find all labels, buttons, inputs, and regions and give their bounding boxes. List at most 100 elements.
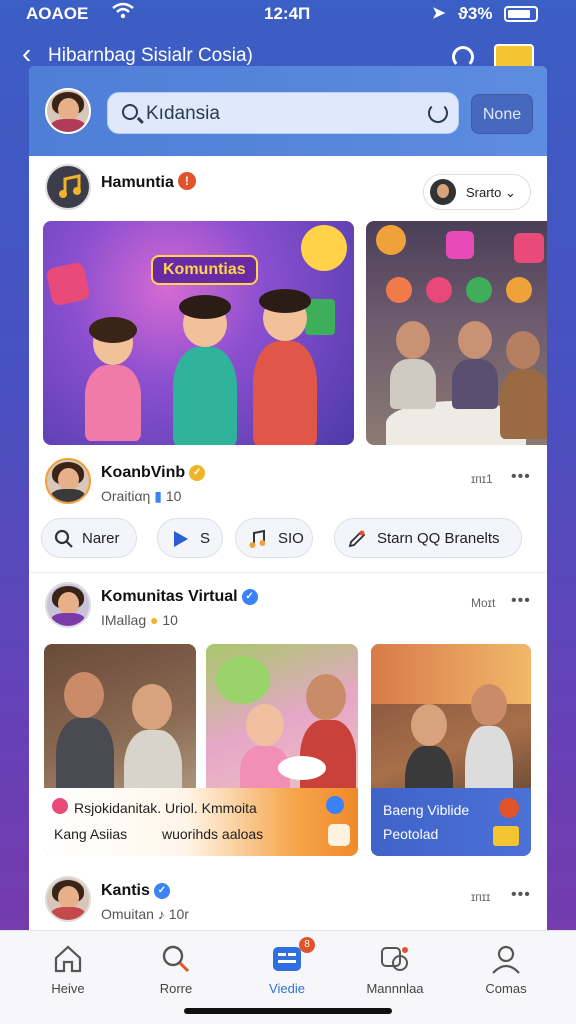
tab-label: Viedie (269, 981, 305, 996)
post-author: Komunitas Virtual ✓ (101, 588, 258, 606)
pencil-icon (347, 529, 367, 549)
sticker-icon (506, 277, 532, 303)
chip-edit[interactable]: Starn QQ Branelts (334, 518, 522, 558)
verified-badge-icon: ✓ (241, 589, 258, 605)
photo-caption[interactable]: Rsjokidanitak. Uriol. Kmmoita Kang Asiia… (44, 788, 358, 856)
search-icon (160, 943, 192, 975)
wifi-icon (112, 2, 134, 25)
heart-icon (52, 798, 68, 814)
search-field[interactable] (107, 92, 459, 134)
verified-badge-icon: ✓ (189, 465, 206, 481)
music-avatar[interactable] (45, 164, 91, 210)
music-note-icon (59, 174, 81, 198)
refresh-icon[interactable] (428, 103, 448, 123)
restaurant-backdrop (371, 644, 531, 704)
sticker-icon (466, 277, 492, 303)
stage-banner: Komuntias (151, 255, 258, 285)
music-note-icon (248, 529, 268, 549)
speech-bubble-icon (216, 656, 270, 704)
heart-sticker-icon (45, 261, 91, 307)
post-time: ɪᴨɪɪ (471, 890, 491, 904)
chip-label: SIO (278, 530, 304, 547)
user-avatar[interactable] (45, 88, 91, 134)
tab-people[interactable]: Mannnlaa (345, 937, 445, 997)
chip-play[interactable]: S (157, 518, 223, 558)
none-button[interactable]: None (471, 94, 533, 134)
post-author: KoanbVinb ✓ (101, 464, 206, 482)
music-sticker-icon (446, 231, 474, 259)
more-options-icon[interactable]: ••• (511, 468, 531, 486)
alert-badge: ! (177, 172, 196, 190)
caption-text: Peotolad (383, 826, 439, 842)
feed-card: None Hamuntia! Srarto ⌄ Komuntias (29, 66, 547, 936)
photo-caption[interactable]: Baeng Viblide Peotolad (371, 788, 531, 856)
chip-label: Starn QQ Branelts (377, 530, 500, 547)
post-meta: Omuitan ♪ 10r (101, 906, 189, 922)
food-plate (278, 756, 326, 780)
post-image-cafe[interactable] (366, 221, 547, 445)
search-input[interactable] (146, 99, 406, 129)
tab-feed[interactable]: 8 Viedie (237, 937, 337, 997)
verified-badge-icon: ✓ (153, 883, 170, 899)
home-indicator (184, 1008, 392, 1014)
tab-label: Heive (51, 981, 85, 996)
caption-text: Baeng Viblide (383, 802, 470, 818)
sticker-icon (386, 277, 412, 303)
post-meta: Oraitiαη ▮ 10 (101, 488, 182, 504)
sticker-icon (426, 277, 452, 303)
post-avatar[interactable] (45, 582, 91, 628)
chips-row: Narer S SIO Starn QQ Branelts (29, 518, 547, 562)
caption-text: Kang Asiias (54, 826, 128, 842)
caption-text: wuorihds aaloas (162, 826, 264, 842)
home-icon (52, 943, 84, 975)
post-avatar[interactable] (45, 876, 91, 922)
post-author: Hamuntia! (101, 172, 196, 192)
tab-home[interactable]: Heive (18, 937, 118, 997)
source-selector[interactable]: Srarto ⌄ (423, 174, 531, 210)
more-options-icon[interactable]: ••• (511, 886, 531, 904)
chip-search[interactable]: Narer (41, 518, 137, 558)
post-header: Kantis ✓ Omuitan ♪ 10r ɪᴨɪɪ ••• (29, 872, 547, 928)
profile-icon (490, 943, 522, 975)
post-avatar[interactable] (45, 458, 91, 504)
smiley-emoji-icon (301, 225, 347, 271)
sticker-icon (514, 233, 544, 263)
globe-icon (326, 796, 344, 814)
tab-label: Comas (485, 981, 527, 996)
status-bar: AOAOE 12:4П ➤ ϑ3% (0, 0, 576, 30)
post-header: KoanbVinb ✓ Oraitiαη ▮ 10 ɪᴨɪ1 ••• (29, 454, 547, 510)
mail-icon[interactable] (493, 826, 519, 846)
play-icon (170, 529, 190, 549)
post-author: Kantis ✓ (101, 882, 170, 900)
refresh-icon[interactable] (452, 46, 474, 68)
carrier-label: AOAOE (26, 4, 89, 23)
source-label: Srarto ⌄ (466, 185, 516, 200)
tab-search[interactable]: Rorre (126, 937, 226, 997)
chip-label: Narer (82, 530, 120, 547)
tab-profile[interactable]: Comas (456, 937, 556, 997)
share-icon[interactable] (328, 824, 350, 846)
post-image-stage[interactable]: Komuntias (43, 221, 354, 445)
post-time: Moɪt (471, 596, 496, 610)
battery-percent: ϑ3% (458, 4, 493, 23)
more-options-icon[interactable]: ••• (511, 592, 531, 610)
battery-icon (504, 6, 538, 22)
search-icon (54, 529, 74, 549)
search-icon (122, 104, 138, 120)
divider (29, 572, 547, 573)
chip-music[interactable]: SIO (235, 518, 313, 558)
alert-icon (499, 798, 519, 818)
source-avatar (430, 179, 456, 205)
clock: 12:4П (264, 4, 311, 23)
post-time: ɪᴨɪ1 (471, 472, 493, 486)
chip-label: S (200, 530, 211, 547)
tab-badge: 8 (299, 937, 315, 953)
caption-text: Rsjokidanitak. Uriol. Kmmoita (74, 800, 257, 816)
post-meta: IMallag ● 10 (101, 612, 178, 628)
post-header: Hamuntia! Srarto ⌄ (29, 162, 547, 218)
sticker-icon (376, 225, 406, 255)
feed-icon (271, 943, 303, 975)
post-header: Komunitas Virtual ✓ IMallag ● 10 Moɪt ••• (29, 578, 547, 634)
page-title: Hibarnbag Sisialr Cosia) (48, 45, 253, 66)
tab-label: Mannnlaa (366, 981, 424, 996)
